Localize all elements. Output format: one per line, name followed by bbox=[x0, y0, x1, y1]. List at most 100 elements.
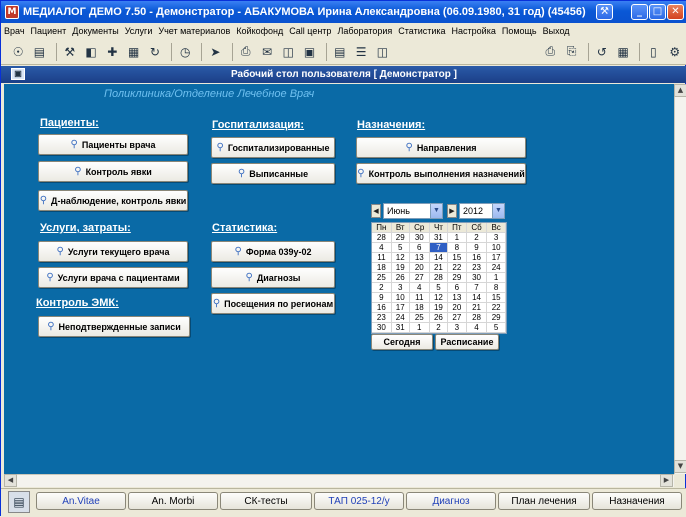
calendar-day[interactable]: 28 bbox=[429, 272, 448, 284]
calendar-day[interactable]: 24 bbox=[486, 262, 506, 274]
export-icon[interactable]: ▯ bbox=[644, 42, 662, 62]
current-doctor-services-button[interactable]: ⚲ Услуги текущего врача bbox=[38, 241, 188, 262]
menu-doctor[interactable]: Врач bbox=[1, 26, 28, 36]
calendar-day[interactable]: 29 bbox=[486, 312, 506, 324]
month-select[interactable]: Июнь ▼ bbox=[383, 203, 443, 219]
unconfirmed-records-button[interactable]: ⚲ Неподтвержденные записи bbox=[38, 316, 190, 337]
schedule-button[interactable]: Расписание bbox=[435, 334, 499, 350]
calendar-day[interactable]: 7 bbox=[429, 242, 448, 254]
menu-services[interactable]: Услуги bbox=[122, 26, 156, 36]
menu-statistics[interactable]: Статистика bbox=[395, 26, 448, 36]
refresh-icon[interactable]: ↻ bbox=[146, 42, 164, 62]
calendar-day[interactable]: 3 bbox=[391, 282, 410, 294]
calendar-day[interactable]: 7 bbox=[466, 282, 488, 294]
scroll-up-arrow-icon[interactable]: ▲ bbox=[674, 84, 686, 97]
tab-sk-tests[interactable]: СК-тесты bbox=[220, 492, 312, 510]
calendar-day[interactable]: 5 bbox=[429, 282, 448, 294]
calendar-day[interactable]: 9 bbox=[466, 242, 488, 254]
calendar-day[interactable]: 2 bbox=[372, 282, 392, 294]
medical-card-icon[interactable]: ✚ bbox=[103, 42, 121, 62]
calendar-day[interactable]: 25 bbox=[409, 312, 430, 324]
patient-card-icon[interactable]: ▤ bbox=[8, 491, 30, 513]
minimize-button[interactable]: _ bbox=[631, 4, 648, 20]
patient-list-icon[interactable]: ▤ bbox=[30, 42, 48, 62]
calendar-day[interactable]: 10 bbox=[486, 242, 506, 254]
calendar-day[interactable]: 1 bbox=[486, 272, 506, 284]
calendar-day[interactable]: 31 bbox=[429, 232, 448, 244]
calendar-day[interactable]: 29 bbox=[447, 272, 467, 284]
menu-documents[interactable]: Документы bbox=[69, 26, 121, 36]
patient-search-icon[interactable]: ☉ bbox=[9, 42, 27, 62]
calendar-day[interactable]: 27 bbox=[409, 272, 430, 284]
calendar-day[interactable]: 25 bbox=[372, 272, 392, 284]
menu-callcenter[interactable]: Call центр bbox=[286, 26, 334, 36]
calendar-day[interactable]: 3 bbox=[486, 232, 506, 244]
tab-tap-025[interactable]: ТАП 025-12/у bbox=[314, 492, 404, 510]
calendar-day[interactable]: 30 bbox=[466, 272, 488, 284]
year-select[interactable]: 2012 ▼ bbox=[459, 203, 505, 219]
calendar-day[interactable]: 22 bbox=[486, 302, 506, 314]
calendar-day[interactable]: 27 bbox=[447, 312, 467, 324]
calendar-day[interactable]: 16 bbox=[466, 252, 488, 264]
close-button[interactable]: ✕ bbox=[667, 4, 684, 20]
sync-icon[interactable]: ↺ bbox=[593, 42, 611, 62]
chart-icon[interactable]: ▤ bbox=[331, 42, 349, 62]
calendar-day[interactable]: 5 bbox=[391, 242, 410, 254]
settings-icon[interactable]: ⚙ bbox=[666, 42, 684, 62]
calendar-day[interactable]: 17 bbox=[391, 302, 410, 314]
calendar-day[interactable]: 5 bbox=[486, 322, 506, 334]
calendar-day[interactable]: 8 bbox=[486, 282, 506, 294]
mail-icon[interactable]: ✉ bbox=[258, 42, 276, 62]
orders-control-button[interactable]: ⚲ Контроль выполнения назначений bbox=[356, 163, 526, 184]
calendar-day[interactable]: 4 bbox=[372, 242, 392, 254]
hospitalized-button[interactable]: ⚲ Госпитализированные bbox=[211, 137, 335, 158]
menu-exit[interactable]: Выход bbox=[540, 26, 573, 36]
calendar-day[interactable]: 2 bbox=[429, 322, 448, 334]
calendar-day[interactable]: 16 bbox=[372, 302, 392, 314]
calendar-day[interactable]: 4 bbox=[466, 322, 488, 334]
calendar-day[interactable]: 2 bbox=[466, 232, 488, 244]
calendar-day[interactable]: 14 bbox=[466, 292, 488, 304]
calendar-day[interactable]: 28 bbox=[372, 232, 392, 244]
menu-laboratory[interactable]: Лаборатория bbox=[334, 26, 395, 36]
clock-icon[interactable]: ◷ bbox=[176, 42, 194, 62]
calendar-day[interactable]: 10 bbox=[391, 292, 410, 304]
calendar-day[interactable]: 15 bbox=[447, 252, 467, 264]
calendar-day[interactable]: 3 bbox=[447, 322, 467, 334]
calendar-day[interactable]: 11 bbox=[372, 252, 392, 264]
calendar-day[interactable]: 21 bbox=[429, 262, 448, 274]
tools-icon[interactable]: ⚒ bbox=[61, 42, 79, 62]
calendar-day[interactable]: 9 bbox=[372, 292, 392, 304]
tab-diagnosis[interactable]: Диагноз bbox=[406, 492, 496, 510]
vertical-scrollbar[interactable]: ▲ ▼ bbox=[674, 84, 686, 474]
calendar-day[interactable]: 4 bbox=[409, 282, 430, 294]
calendar-day[interactable]: 18 bbox=[372, 262, 392, 274]
list-icon[interactable]: ☰ bbox=[352, 42, 370, 62]
calendar-day[interactable]: 6 bbox=[409, 242, 430, 254]
monitor-icon[interactable]: ◫ bbox=[373, 42, 391, 62]
calendar-day[interactable]: 28 bbox=[466, 312, 488, 324]
tab-prescriptions[interactable]: Назначения bbox=[592, 492, 682, 510]
calendar-day[interactable]: 24 bbox=[391, 312, 410, 324]
calendar-day[interactable]: 26 bbox=[429, 312, 448, 324]
calendar-day[interactable]: 30 bbox=[372, 322, 392, 334]
doctor-patients-button[interactable]: ⚲ Пациенты врача bbox=[38, 134, 188, 155]
calendar-day[interactable]: 31 bbox=[391, 322, 410, 334]
calendar-day[interactable]: 13 bbox=[409, 252, 430, 264]
calendar-day[interactable]: 12 bbox=[391, 252, 410, 264]
calendar-day[interactable]: 21 bbox=[466, 302, 488, 314]
doctor-patient-services-button[interactable]: ⚲ Услуги врача с пациентами bbox=[38, 267, 188, 288]
menu-patient[interactable]: Пациент bbox=[28, 26, 70, 36]
calendar-day[interactable]: 26 bbox=[391, 272, 410, 284]
calendar-day[interactable]: 8 bbox=[447, 242, 467, 254]
menu-settings[interactable]: Настройка bbox=[449, 26, 499, 36]
menu-materials[interactable]: Учет материалов bbox=[155, 26, 233, 36]
today-button[interactable]: Сегодня bbox=[371, 334, 433, 350]
next-month-arrow-icon[interactable]: ▶ bbox=[447, 204, 457, 218]
calendar-day[interactable]: 15 bbox=[486, 292, 506, 304]
attendance-control-button[interactable]: ⚲ Контроль явки bbox=[38, 161, 188, 182]
prev-month-arrow-icon[interactable]: ◀ bbox=[371, 204, 381, 218]
dispensary-control-button[interactable]: ⚲ Д-наблюдение, контроль явки bbox=[38, 190, 188, 211]
horizontal-scrollbar[interactable]: ◀ ▶ bbox=[4, 474, 674, 487]
scanner-icon[interactable]: ◫ bbox=[279, 42, 297, 62]
